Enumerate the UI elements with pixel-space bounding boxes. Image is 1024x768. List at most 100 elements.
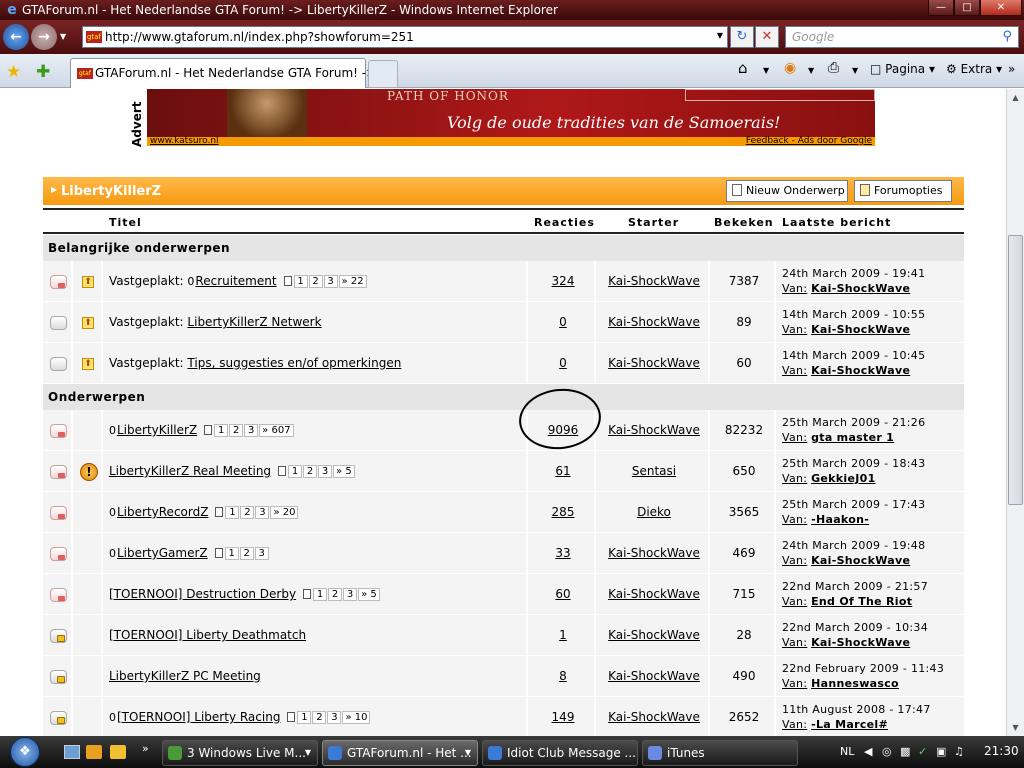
starter-link[interactable]: Kai-ShockWave: [598, 669, 710, 683]
page-link[interactable]: 1: [224, 547, 239, 560]
tray-expand-icon[interactable]: ◀: [864, 745, 872, 758]
starter-link[interactable]: Kai-ShockWave: [598, 546, 710, 560]
scroll-up-icon[interactable]: ▲: [1007, 89, 1024, 106]
forward-button[interactable]: →: [31, 24, 57, 50]
page-link[interactable]: 2: [229, 424, 244, 437]
last-poster-link[interactable]: End Of The Riot: [811, 595, 912, 608]
topic-link[interactable]: LibertyRecordZ: [117, 505, 208, 519]
last-poster-link[interactable]: -La Marcel#: [811, 718, 888, 731]
starter-link[interactable]: Sentasi: [598, 464, 710, 478]
page-link[interactable]: 1: [225, 506, 240, 519]
page-link[interactable]: » 10: [342, 711, 371, 724]
taskbar-button[interactable]: Idiot Club Message ...: [482, 740, 638, 766]
show-desktop-icon[interactable]: [64, 745, 80, 759]
last-post-date[interactable]: 25th March 2009 - 17:43: [782, 498, 925, 511]
col-starter[interactable]: Starter: [628, 216, 679, 229]
page-link[interactable]: 3: [255, 506, 270, 519]
topic-link[interactable]: Recruitement: [195, 274, 276, 288]
address-dropdown-icon[interactable]: ▼: [717, 31, 723, 40]
page-link[interactable]: » 20: [270, 506, 299, 519]
scroll-down-icon[interactable]: ▼: [1007, 719, 1024, 736]
stop-button[interactable]: ✕: [755, 26, 779, 48]
language-indicator[interactable]: NL: [840, 745, 854, 758]
topic-link[interactable]: LibertyGamerZ: [117, 546, 208, 560]
rss-feed-icon[interactable]: ◉: [784, 60, 796, 76]
maximize-button[interactable]: □: [954, 0, 980, 16]
last-post-date[interactable]: 24th March 2009 - 19:48: [782, 539, 925, 552]
tab-active[interactable]: gtaf GTAForum.nl - Het Nederlandse GTA F…: [70, 58, 391, 88]
page-link[interactable]: 3: [327, 711, 342, 724]
start-button[interactable]: ❖: [2, 736, 54, 768]
taskbar-button[interactable]: 3 Windows Live M... ▼: [162, 740, 318, 766]
multipage-icon[interactable]: [215, 507, 224, 517]
tray-monitor-icon[interactable]: ▣: [936, 745, 946, 758]
replies-link[interactable]: 8: [530, 669, 596, 683]
print-icon[interactable]: ⎙: [828, 60, 839, 76]
multipage-icon[interactable]: [287, 712, 296, 722]
new-tab-button[interactable]: [368, 60, 398, 88]
starter-link[interactable]: Kai-ShockWave: [598, 356, 710, 370]
refresh-button[interactable]: ↻: [730, 26, 754, 48]
tray-app-icon[interactable]: ◎: [882, 745, 892, 758]
page-link[interactable]: » 5: [333, 465, 355, 478]
last-poster-link[interactable]: Kai-ShockWave: [811, 282, 910, 295]
col-views[interactable]: Bekeken: [714, 216, 774, 229]
last-post-date[interactable]: 22nd March 2009 - 10:34: [782, 621, 928, 634]
taskbar-button[interactable]: GTAForum.nl - Het ... ▼: [322, 740, 478, 766]
last-post-date[interactable]: 25th March 2009 - 18:43: [782, 457, 925, 470]
topic-link[interactable]: Tips, suggesties en/of opmerkingen: [187, 356, 401, 370]
multipage-icon[interactable]: [204, 425, 213, 435]
page-link[interactable]: » 5: [358, 588, 380, 601]
new-topic-button[interactable]: Nieuw Onderwerp: [726, 180, 848, 202]
search-input[interactable]: Google ⚲: [785, 26, 1019, 48]
starter-link[interactable]: Kai-ShockWave: [598, 274, 710, 288]
replies-link[interactable]: 61: [530, 464, 596, 478]
topic-link[interactable]: [TOERNOOI] Destruction Derby: [109, 587, 296, 601]
multipage-icon[interactable]: [283, 276, 292, 286]
last-poster-link[interactable]: Kai-ShockWave: [811, 323, 910, 336]
ad-cta-box[interactable]: [685, 89, 875, 101]
page-link[interactable]: 1: [288, 465, 303, 478]
close-button[interactable]: ✕: [980, 0, 1022, 16]
tools-menu-button[interactable]: ⚙ Extra ▾: [946, 62, 1002, 76]
page-link[interactable]: » 607: [259, 424, 294, 437]
last-post-date[interactable]: 22nd March 2009 - 21:57: [782, 580, 928, 593]
page-link[interactable]: 3: [323, 275, 338, 288]
page-link[interactable]: 2: [239, 547, 254, 560]
page-link[interactable]: 1: [293, 275, 308, 288]
topic-link[interactable]: [TOERNOOI] Liberty Deathmatch: [109, 628, 306, 642]
minimize-button[interactable]: —: [928, 0, 954, 16]
last-poster-link[interactable]: GekkieJ01: [811, 472, 875, 485]
page-link[interactable]: 3: [318, 465, 333, 478]
page-menu-button[interactable]: □ Pagina ▾: [870, 62, 935, 76]
taskbar-button[interactable]: iTunes: [642, 740, 798, 766]
last-post-date[interactable]: 14th March 2009 - 10:45: [782, 349, 925, 362]
chevron-more-icon[interactable]: »: [1008, 62, 1015, 76]
page-link[interactable]: 1: [214, 424, 229, 437]
replies-link[interactable]: 0: [530, 315, 596, 329]
favorites-star-icon[interactable]: ★: [6, 62, 21, 82]
replies-link[interactable]: 60: [530, 587, 596, 601]
page-link[interactable]: 3: [343, 588, 358, 601]
topic-link[interactable]: LibertyKillerZ: [117, 423, 197, 437]
topic-link[interactable]: LibertyKillerZ Real Meeting: [109, 464, 271, 478]
replies-link[interactable]: 1: [530, 628, 596, 642]
search-icon[interactable]: ⚲: [1002, 29, 1012, 44]
topic-link[interactable]: LibertyKillerZ Netwerk: [187, 315, 321, 329]
replies-link[interactable]: 33: [530, 546, 596, 560]
ad-feedback-link[interactable]: Feedback - Ads door Google: [746, 137, 872, 146]
page-link[interactable]: 1: [313, 588, 328, 601]
col-last-post[interactable]: Laatste bericht: [782, 216, 891, 229]
add-favorite-icon[interactable]: ✚: [36, 62, 50, 82]
forum-options-button[interactable]: Forumopties: [854, 180, 952, 202]
history-dropdown-icon[interactable]: ▼: [60, 32, 66, 41]
starter-link[interactable]: Kai-ShockWave: [598, 628, 710, 642]
vertical-scrollbar[interactable]: ▲ ▼: [1006, 89, 1024, 736]
topic-link[interactable]: [TOERNOOI] Liberty Racing: [117, 710, 280, 724]
replies-link[interactable]: 149: [530, 710, 596, 724]
page-link[interactable]: 1: [297, 711, 312, 724]
starter-link[interactable]: Kai-ShockWave: [598, 710, 710, 724]
address-bar[interactable]: gtaf http://www.gtaforum.nl/index.php?sh…: [82, 26, 728, 48]
last-poster-link[interactable]: Hanneswasco: [811, 677, 899, 690]
multipage-icon[interactable]: [303, 589, 312, 599]
